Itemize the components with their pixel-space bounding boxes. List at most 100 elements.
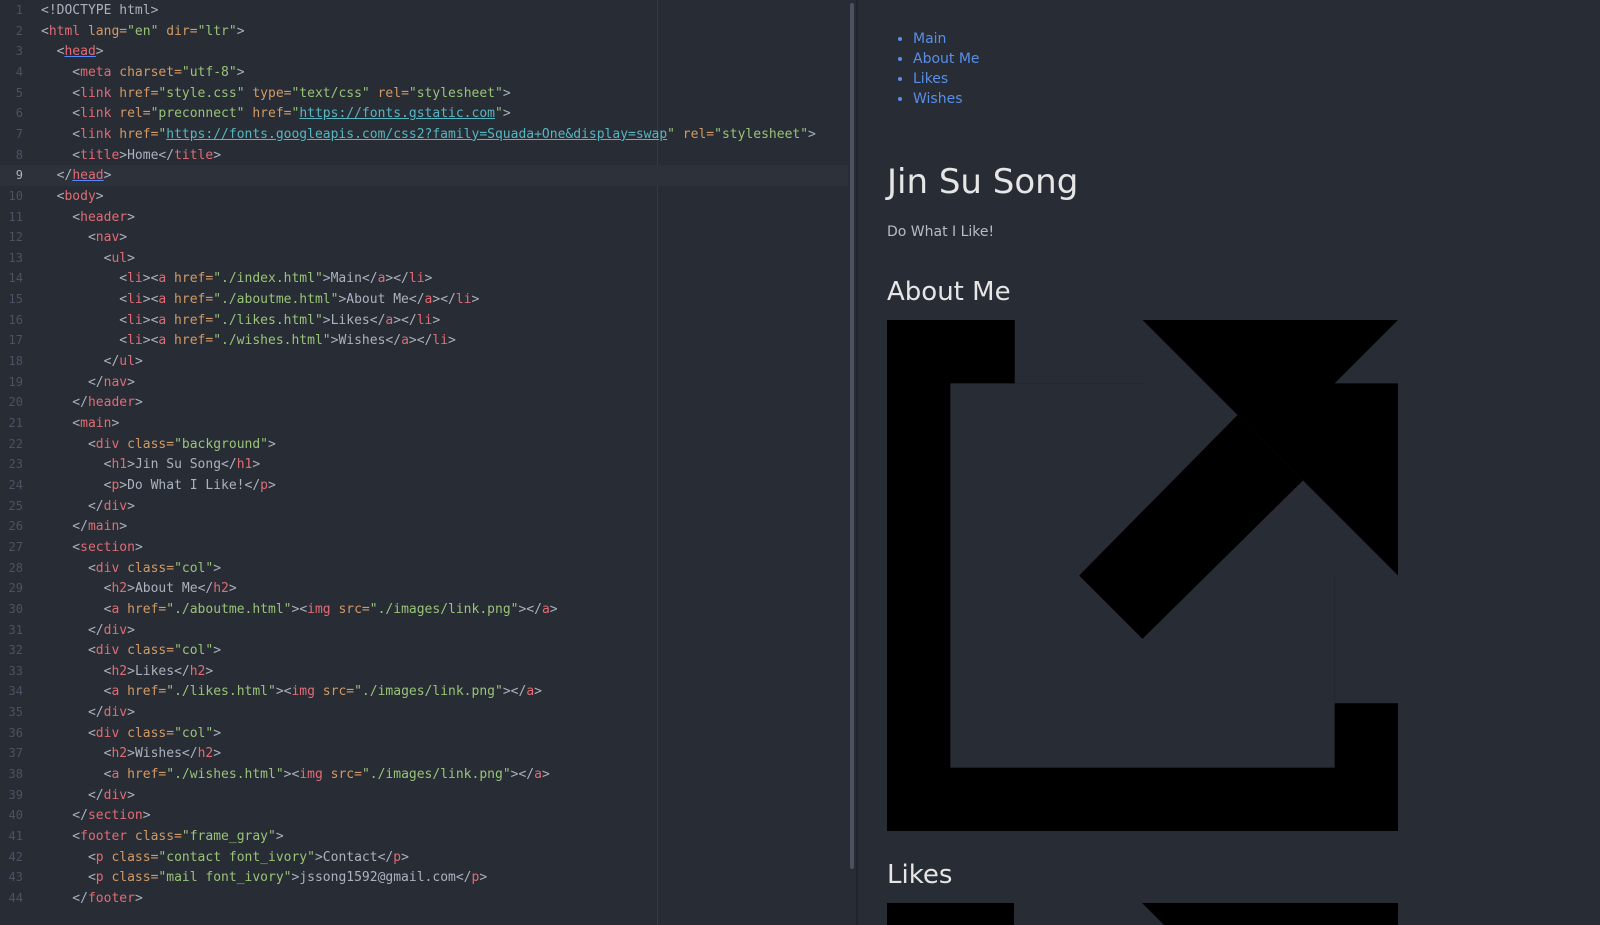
code-editor[interactable]: 1 <!DOCTYPE html> 2 <html lang="en" dir="lt…	[0, 0, 850, 925]
nav-link-wishes[interactable]: Wishes	[913, 91, 963, 107]
code-line[interactable]: 31 </div>	[0, 620, 848, 641]
code-token: href=	[166, 312, 214, 328]
code-line[interactable]: 1 <!DOCTYPE html>	[0, 0, 848, 21]
code-line[interactable]: 5 <link href="style.css" type="text/css"…	[0, 83, 848, 104]
line-number: 30	[8, 601, 23, 616]
code-token: </	[197, 581, 214, 597]
code-line[interactable]: 6 <link rel="preconnect" href= "https://f…	[0, 103, 848, 124]
code-line[interactable]: 38 <a href="./wishes.html"><img src="./i…	[0, 764, 848, 785]
code-line[interactable]: 29 <h2>About Me</h2>	[0, 578, 848, 599]
code-token: href=	[111, 85, 159, 101]
code-token: title	[174, 147, 214, 163]
code-token: <	[41, 126, 81, 142]
code-token: >	[228, 581, 237, 597]
code-token: >	[127, 498, 135, 514]
code-line[interactable]: 15 <li><a href="./aboutme.html">About Me…	[0, 289, 848, 310]
code-line[interactable]: 8 <title>Home</title>	[0, 145, 848, 166]
code-token: div	[103, 622, 128, 638]
code-token: a	[541, 601, 550, 617]
code-line[interactable]: 28 <div class="col">	[0, 558, 848, 579]
nav-link-about-me[interactable]: About Me	[913, 51, 980, 67]
code-line[interactable]: 9 </head>	[0, 165, 848, 187]
code-token: >	[127, 746, 135, 762]
line-number: 41	[8, 829, 23, 843]
code-line[interactable]: 39 </div>	[0, 785, 848, 806]
code-line[interactable]: 30 <a href="./aboutme.html"><img src="./…	[0, 599, 848, 620]
code-text: <a href="./wishes.html"><img src="./imag…	[41, 764, 550, 785]
code-line[interactable]: 11 <header>	[0, 207, 848, 228]
code-line[interactable]: 43 <p class="mail font_ivory" > jssong1592…	[0, 867, 848, 888]
code-line[interactable]: 23 <h1>Jin Su Song</h1>	[0, 454, 848, 475]
code-token: <	[41, 292, 128, 308]
nav-link-main[interactable]: Main	[913, 31, 946, 47]
code-line[interactable]: 34 <a href="./likes.html"><img src="./im…	[0, 681, 848, 702]
line-number: 8	[15, 147, 23, 162]
code-line[interactable]: 40 </section>	[0, 805, 848, 826]
code-line[interactable]: 27 <section>	[0, 537, 848, 558]
code-token: Contact	[322, 849, 378, 865]
code-token: "./aboutme.html"	[213, 292, 339, 308]
code-line[interactable]: 37 <h2>Wishes</h2>	[0, 743, 848, 764]
code-line[interactable]: 21 <main>	[0, 413, 848, 434]
code-line[interactable]: 36 <div class="col">	[0, 723, 848, 744]
code-token: </	[41, 890, 88, 906]
code-token: >	[213, 746, 222, 762]
code-line[interactable]: 20 </header>	[0, 392, 848, 413]
code-line[interactable]: 4 <meta charset="utf-8">	[0, 62, 848, 83]
code-text: <h2>About Me</h2>	[41, 578, 237, 599]
code-token: class=	[127, 829, 182, 844]
code-token: nav	[95, 230, 120, 246]
code-token: p	[95, 870, 104, 886]
code-line[interactable]: 18 </ul>	[0, 351, 848, 372]
code-token: "./aboutme.html"	[166, 601, 292, 617]
code-line[interactable]: 35 </div>	[0, 702, 848, 723]
code-token: </	[158, 147, 175, 163]
code-line[interactable]: 2 <html lang="en" dir="ltr">	[0, 21, 848, 42]
code-token: <	[41, 829, 81, 844]
code-line[interactable]: 7 <link href= "https://fonts.googleapis.c…	[0, 124, 848, 145]
code-line[interactable]: 42 <p class="contact font_ivory">Contact…	[0, 847, 848, 868]
code-line[interactable]: 13 <ul>	[0, 248, 848, 269]
code-line[interactable]: 3 <head>	[0, 41, 848, 62]
external-link-icon[interactable]	[887, 320, 1398, 831]
code-token: >	[119, 519, 128, 535]
code-line[interactable]: 26 </main>	[0, 516, 848, 537]
code-token: body	[64, 188, 96, 204]
code-line[interactable]: 12 <nav>	[0, 227, 848, 248]
line-number: 4	[15, 64, 23, 79]
code-text: <title>Home</title>	[41, 145, 221, 166]
code-token: >	[322, 271, 331, 287]
code-line[interactable]: 14 <li><a href="./index.html">Main</a></…	[0, 268, 848, 289]
code-line[interactable]: 41 <footer class="frame_gray">	[0, 826, 848, 847]
code-line[interactable]: 17 <li><a href="./wishes.html">Wishes</a…	[0, 330, 848, 351]
code-token: class=	[103, 849, 159, 865]
code-line[interactable]: 32 <div class="col">	[0, 640, 848, 661]
code-line[interactable]: 24 <p>Do What I Like!</p>	[0, 475, 848, 496]
code-token: <	[41, 333, 128, 349]
code-line[interactable]: 33 <h2>Likes</h2>	[0, 661, 848, 682]
code-token: <	[41, 539, 81, 555]
code-token: a	[526, 684, 535, 700]
code-token: >	[127, 250, 135, 266]
code-token: >	[134, 890, 143, 906]
external-link-icon[interactable]	[887, 903, 1398, 925]
code-token: div	[103, 705, 128, 721]
code-line[interactable]: 16 <li><a href="./likes.html">Likes</a><…	[0, 310, 848, 331]
code-token: >	[479, 870, 488, 886]
code-token: footer	[87, 890, 135, 906]
code-text: </div>	[41, 702, 135, 723]
code-line[interactable]: 19 </nav>	[0, 372, 848, 393]
code-token: ></	[432, 292, 456, 308]
code-line[interactable]: 10 <body>	[0, 186, 848, 207]
code-text: <div class="col">	[41, 558, 221, 579]
code-token: header	[87, 395, 135, 411]
code-text: <li><a href="./wishes.html">Wishes</a></…	[41, 330, 456, 351]
code-line[interactable]: 25 </div>	[0, 496, 848, 517]
editor-scrollbar[interactable]	[850, 3, 854, 869]
code-token: "./images/link.png"	[354, 684, 503, 700]
code-line[interactable]: 44 </footer>	[0, 888, 848, 909]
nav-link-likes[interactable]: Likes	[913, 71, 948, 87]
line-number: 10	[8, 188, 23, 203]
code-line[interactable]: 22 <div class="background">	[0, 434, 848, 455]
line-number: 40	[8, 808, 23, 823]
